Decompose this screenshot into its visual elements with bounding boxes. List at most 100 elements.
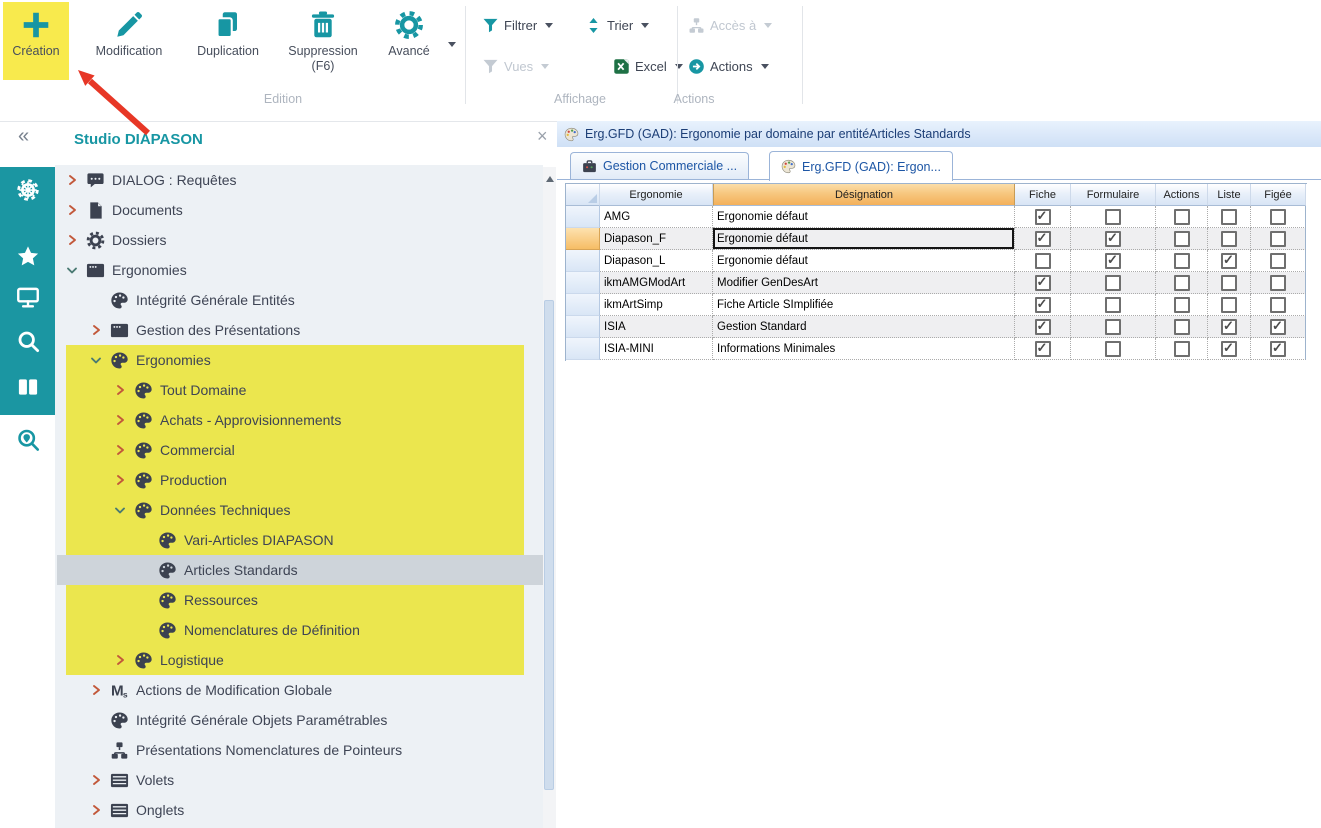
column-header-fig-e[interactable]: Figée bbox=[1251, 184, 1306, 206]
tree-item-logistique[interactable]: Logistique bbox=[55, 645, 543, 675]
checkbox-actions[interactable] bbox=[1174, 341, 1190, 357]
cell-diapason-f-designation[interactable]: Ergonomie défaut bbox=[713, 228, 1015, 250]
checkbox-formulaire[interactable] bbox=[1105, 275, 1121, 291]
checkbox-figee[interactable] bbox=[1270, 231, 1286, 247]
tree-item-ergonomies[interactable]: Ergonomies bbox=[55, 345, 543, 375]
checkbox-actions[interactable] bbox=[1174, 253, 1190, 269]
cell-ikmartsimp-designation[interactable]: Fiche Article SImplifiée bbox=[713, 294, 1015, 316]
cell-ikmartsimp-ergonomie[interactable]: ikmArtSimp bbox=[600, 294, 713, 316]
tree-item-articles-standards[interactable]: Articles Standards bbox=[55, 555, 543, 585]
creation-button[interactable]: Création bbox=[3, 2, 69, 80]
cell-isia-ergonomie[interactable]: ISIA bbox=[600, 316, 713, 338]
chevron-right-icon[interactable] bbox=[66, 234, 78, 246]
checkbox-actions[interactable] bbox=[1174, 209, 1190, 225]
checkbox-fiche[interactable] bbox=[1035, 253, 1051, 269]
avance-button[interactable]: Avancé bbox=[378, 2, 440, 80]
cell-amg-ergonomie[interactable]: AMG bbox=[600, 206, 713, 228]
tree-item-int-grit-g-n-rale-objets-param-trables[interactable]: Intégrité Générale Objets Paramétrables bbox=[55, 705, 543, 735]
column-header-liste[interactable]: Liste bbox=[1208, 184, 1251, 206]
checkbox-liste[interactable] bbox=[1221, 231, 1237, 247]
chevron-down-icon[interactable] bbox=[90, 354, 102, 366]
column-header-fiche[interactable]: Fiche bbox=[1015, 184, 1071, 206]
chevron-right-icon[interactable] bbox=[114, 414, 126, 426]
cell-ikmamgmodart-designation[interactable]: Modifier GenDesArt bbox=[713, 272, 1015, 294]
chevron-right-icon[interactable] bbox=[114, 384, 126, 396]
trier-dropdown-caret[interactable] bbox=[641, 23, 649, 28]
checkbox-fiche[interactable] bbox=[1035, 341, 1051, 357]
tree-item-dossiers[interactable]: Dossiers bbox=[55, 225, 543, 255]
tree-item-int-grit-g-n-rale-entit-s[interactable]: Intégrité Générale Entités bbox=[55, 285, 543, 315]
checkbox-liste[interactable] bbox=[1221, 209, 1237, 225]
cell-diapason-l-designation[interactable]: Ergonomie défaut bbox=[713, 250, 1015, 272]
close-sidebar-button[interactable]: × bbox=[537, 127, 548, 145]
checkbox-figee[interactable] bbox=[1270, 341, 1286, 357]
tree-item-pr-sentations-nomenclatures-de-pointeurs[interactable]: Présentations Nomenclatures de Pointeurs bbox=[55, 735, 543, 765]
rail-pin-search-button[interactable] bbox=[0, 418, 55, 462]
checkbox-fiche[interactable] bbox=[1035, 297, 1051, 313]
tree-item-onglets[interactable]: Onglets bbox=[55, 795, 543, 825]
modification-button[interactable]: Modification bbox=[72, 2, 186, 80]
tree-item-gestion-des-pr-sentations[interactable]: Gestion des Présentations bbox=[55, 315, 543, 345]
tree-item-nomenclatures-de-d-finition[interactable]: Nomenclatures de Définition bbox=[55, 615, 543, 645]
checkbox-fiche[interactable] bbox=[1035, 275, 1051, 291]
tree-item-volets[interactable]: Volets bbox=[55, 765, 543, 795]
tree-item-donn-es-techniques[interactable]: Données Techniques bbox=[55, 495, 543, 525]
chevron-right-icon[interactable] bbox=[90, 684, 102, 696]
tree-item-tout-domaine[interactable]: Tout Domaine bbox=[55, 375, 543, 405]
chevron-right-icon[interactable] bbox=[90, 774, 102, 786]
tab-erg-gfd-gad-ergon[interactable]: Erg.GFD (GAD): Ergon... bbox=[769, 151, 953, 181]
tree-item-actions-de-modification-globale[interactable]: MsActions de Modification Globale bbox=[55, 675, 543, 705]
cell-diapason-f-ergonomie[interactable]: Diapason_F bbox=[600, 228, 713, 250]
checkbox-actions[interactable] bbox=[1174, 319, 1190, 335]
tab-gestion-commerciale[interactable]: Gestion Commerciale ... bbox=[570, 152, 749, 179]
column-header-actions[interactable]: Actions bbox=[1156, 184, 1208, 206]
row-header-ikmamgmodart[interactable] bbox=[566, 272, 600, 294]
checkbox-figee[interactable] bbox=[1270, 297, 1286, 313]
cell-isia-mini-designation[interactable]: Informations Minimales bbox=[713, 338, 1015, 360]
cell-amg-designation[interactable]: Ergonomie défaut bbox=[713, 206, 1015, 228]
tree-item-commercial[interactable]: Commercial bbox=[55, 435, 543, 465]
chevron-right-icon[interactable] bbox=[114, 474, 126, 486]
checkbox-actions[interactable] bbox=[1174, 297, 1190, 313]
rail-star-button[interactable] bbox=[0, 235, 55, 279]
chevron-right-icon[interactable] bbox=[114, 654, 126, 666]
checkbox-formulaire[interactable] bbox=[1105, 231, 1121, 247]
filtrer-dropdown-caret[interactable] bbox=[545, 23, 553, 28]
cell-isia-mini-ergonomie[interactable]: ISIA-MINI bbox=[600, 338, 713, 360]
select-all-corner-cell[interactable] bbox=[566, 184, 600, 206]
tree-item-dialog-requ-tes[interactable]: DIALOG : Requêtes bbox=[55, 165, 543, 195]
row-header-diapason-f[interactable] bbox=[566, 228, 600, 250]
tree-item-ressources[interactable]: Ressources bbox=[55, 585, 543, 615]
actions-button[interactable]: Actions bbox=[688, 55, 769, 77]
tree-scrollbar-thumb[interactable] bbox=[544, 300, 554, 790]
tree-item-achats-approvisionnements[interactable]: Achats - Approvisionnements bbox=[55, 405, 543, 435]
column-header-formulaire[interactable]: Formulaire bbox=[1071, 184, 1156, 206]
checkbox-actions[interactable] bbox=[1174, 275, 1190, 291]
actions-dropdown-caret[interactable] bbox=[761, 64, 769, 69]
checkbox-figee[interactable] bbox=[1270, 275, 1286, 291]
cell-isia-designation[interactable]: Gestion Standard bbox=[713, 316, 1015, 338]
checkbox-liste[interactable] bbox=[1221, 297, 1237, 313]
cell-ikmamgmodart-ergonomie[interactable]: ikmAMGModArt bbox=[600, 272, 713, 294]
checkbox-figee[interactable] bbox=[1270, 319, 1286, 335]
checkbox-fiche[interactable] bbox=[1035, 319, 1051, 335]
suppression-button[interactable]: Suppression (F6) bbox=[270, 2, 376, 80]
checkbox-fiche[interactable] bbox=[1035, 209, 1051, 225]
checkbox-fiche[interactable] bbox=[1035, 231, 1051, 247]
trier-button[interactable]: Trier bbox=[585, 14, 649, 36]
vues-button[interactable]: Vues bbox=[482, 55, 549, 77]
column-header-ergonomie[interactable]: Ergonomie bbox=[600, 184, 713, 206]
checkbox-formulaire[interactable] bbox=[1105, 297, 1121, 313]
row-header-isia[interactable] bbox=[566, 316, 600, 338]
checkbox-formulaire[interactable] bbox=[1105, 209, 1121, 225]
cell-diapason-l-ergonomie[interactable]: Diapason_L bbox=[600, 250, 713, 272]
excel-dropdown-caret[interactable] bbox=[675, 64, 683, 69]
row-header-amg[interactable] bbox=[566, 206, 600, 228]
rail-monitor-button[interactable] bbox=[0, 275, 55, 319]
checkbox-figee[interactable] bbox=[1270, 253, 1286, 269]
column-header-d-signation[interactable]: Désignation bbox=[713, 184, 1015, 206]
checkbox-formulaire[interactable] bbox=[1105, 341, 1121, 357]
filtrer-button[interactable]: Filtrer bbox=[482, 14, 553, 36]
checkbox-liste[interactable] bbox=[1221, 319, 1237, 335]
chevron-right-icon[interactable] bbox=[90, 804, 102, 816]
